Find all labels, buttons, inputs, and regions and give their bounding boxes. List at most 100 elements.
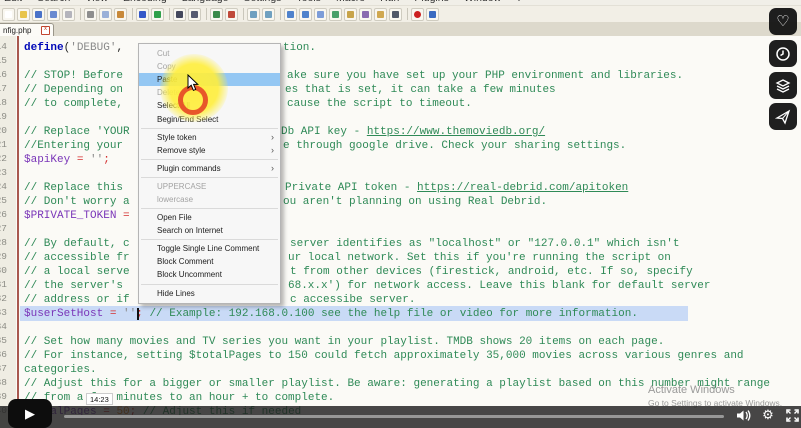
toolbar-separator: [132, 8, 133, 20]
code-line: // to complete, cause the script to time…: [0, 97, 801, 111]
code-line: // accessible frur local network. Set th…: [0, 251, 801, 265]
copy-icon[interactable]: [99, 8, 112, 21]
monitor-eye-icon[interactable]: [389, 8, 402, 21]
send-icon: [775, 109, 791, 125]
settings-button[interactable]: ⚙: [758, 405, 778, 425]
code-editor[interactable]: 1415161718192021222324252627282930313233…: [0, 36, 801, 428]
code-line: [0, 55, 801, 69]
heart-icon: ♡: [776, 14, 789, 29]
find-icon[interactable]: [173, 8, 186, 21]
play-button[interactable]: ▶: [8, 399, 52, 428]
paste-icon[interactable]: [114, 8, 127, 21]
send-button[interactable]: [769, 103, 797, 130]
folder-workspace-icon[interactable]: [374, 8, 387, 21]
menu-settings[interactable]: Settings: [243, 0, 281, 4]
document-map-icon[interactable]: [329, 8, 342, 21]
toolbar-separator: [206, 8, 207, 20]
replace-icon[interactable]: [188, 8, 201, 21]
play-macro-icon[interactable]: [426, 8, 439, 21]
fullscreen-button[interactable]: [782, 405, 801, 425]
zoom-out-icon[interactable]: [225, 8, 238, 21]
submenu-arrow-icon: ›: [271, 146, 274, 154]
code-line: // Replace this Private API token - http…: [0, 181, 801, 195]
layers-button[interactable]: [769, 72, 797, 99]
code-line: // STOP! Before ake sure you have set up…: [0, 69, 801, 83]
show-all-characters-icon[interactable]: [299, 8, 312, 21]
clock-button[interactable]: [769, 40, 797, 67]
activate-windows-watermark: Activate Windows: [648, 384, 735, 396]
new-file-icon[interactable]: [2, 8, 15, 21]
menu-plugins[interactable]: Plugins: [414, 0, 448, 4]
toolbar-separator: [243, 8, 244, 20]
context-menu-item-open-file[interactable]: Open File: [139, 211, 280, 224]
context-menu-item-plugin-commands[interactable]: Plugin commands›: [139, 162, 280, 175]
context-menu-item-block-uncomment[interactable]: Block Uncomment: [139, 268, 280, 281]
tab-close-icon[interactable]: x: [41, 26, 50, 35]
toolbar-separator: [80, 8, 81, 20]
print-icon[interactable]: [62, 8, 75, 21]
code-line: $PRIVATE_TOKEN =: [0, 209, 801, 223]
menu-macro[interactable]: Macro: [336, 0, 365, 4]
play-icon: ▶: [25, 407, 35, 420]
save-all-icon[interactable]: [47, 8, 60, 21]
code-line: // the server's 68.x.x') for network acc…: [0, 279, 801, 293]
tab-bar: nfig.php x: [0, 22, 801, 37]
menu-window[interactable]: Window: [464, 0, 501, 4]
layers-icon: [775, 78, 791, 94]
redo-icon[interactable]: [151, 8, 164, 21]
tab-label: nfig.php: [3, 26, 41, 35]
menu-view[interactable]: View: [85, 0, 108, 4]
menu-encoding[interactable]: Encoding: [123, 0, 167, 4]
menu-language[interactable]: Language: [182, 0, 229, 4]
context-menu-item-block-comment[interactable]: Block Comment: [139, 255, 280, 268]
code-line: // Set how many movies and TV series you…: [0, 335, 801, 349]
code-line: // a local servet from other devices (fi…: [0, 265, 801, 279]
menu-?[interactable]: ?: [516, 0, 522, 4]
menu-search[interactable]: Search: [37, 0, 70, 4]
indent-guide-icon[interactable]: [314, 8, 327, 21]
context-menu-item-remove-style[interactable]: Remove style›: [139, 144, 280, 157]
context-menu-item-style-token[interactable]: Style token›: [139, 131, 280, 144]
context-menu-item-uppercase: UPPERCASE: [139, 180, 280, 193]
submenu-arrow-icon: ›: [271, 133, 274, 141]
menu-run[interactable]: Run: [380, 0, 399, 4]
code-line: [0, 167, 801, 181]
volume-button[interactable]: [733, 405, 753, 425]
open-file-icon[interactable]: [17, 8, 30, 21]
undo-icon[interactable]: [136, 8, 149, 21]
context-menu-item-toggle-single-line-comment[interactable]: Toggle Single Line Comment: [139, 242, 280, 255]
menu-tools[interactable]: Tools: [296, 0, 321, 4]
submenu-arrow-icon: ›: [271, 164, 274, 172]
context-menu-item-search-on-internet[interactable]: Search on Internet: [139, 224, 280, 237]
code-line: // Don't worry aou aren't planning on us…: [0, 195, 801, 209]
code-line: // By default, cserver identifies as "lo…: [0, 237, 801, 251]
progress-bar[interactable]: [64, 415, 724, 418]
word-wrap-icon[interactable]: [284, 8, 297, 21]
context-menu-item-lowercase: lowercase: [139, 193, 280, 206]
toolbar-separator: [169, 8, 170, 20]
cut-icon[interactable]: [84, 8, 97, 21]
text-cursor: [137, 308, 139, 320]
document-list-icon[interactable]: [344, 8, 357, 21]
code-line: [0, 223, 801, 237]
tab-config-php[interactable]: nfig.php x: [0, 23, 54, 36]
code-line: categories.: [0, 363, 801, 377]
code-line: define('DEBUG', tion.: [0, 41, 801, 55]
code-line: [0, 111, 801, 125]
sync-vertical-icon[interactable]: [247, 8, 260, 21]
code-line: // For instance, setting $totalPages to …: [0, 349, 801, 363]
code-line: //Entering your e through google drive. …: [0, 139, 801, 153]
save-icon[interactable]: [32, 8, 45, 21]
heart-button[interactable]: ♡: [769, 8, 797, 35]
code-line: // address or ifc accessibe server.: [0, 293, 801, 307]
code-line: [0, 321, 801, 335]
zoom-in-icon[interactable]: [210, 8, 223, 21]
toolbar-separator: [407, 8, 408, 20]
toolbar-separator: [280, 8, 281, 20]
record-macro-icon[interactable]: [411, 8, 424, 21]
context-menu-item-hide-lines[interactable]: Hide Lines: [139, 287, 280, 300]
mouse-cursor: [187, 74, 199, 97]
function-list-icon[interactable]: [359, 8, 372, 21]
sync-horizontal-icon[interactable]: [262, 8, 275, 21]
menu-edit[interactable]: Edit: [4, 0, 22, 4]
